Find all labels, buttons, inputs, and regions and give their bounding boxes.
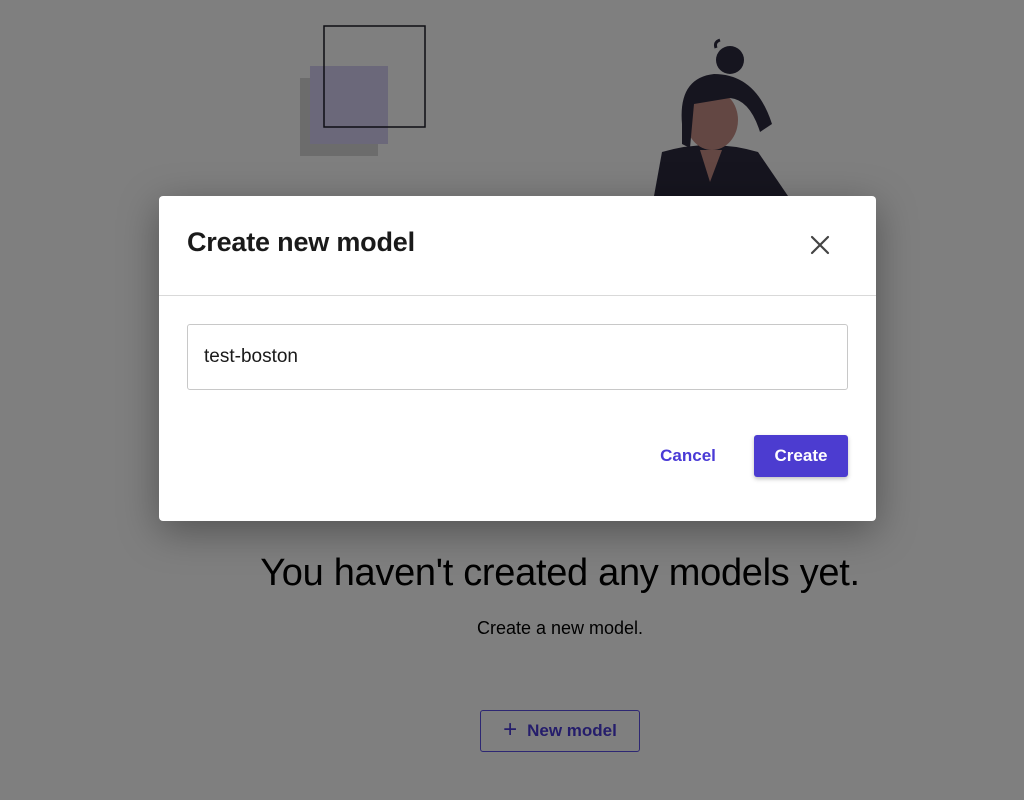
close-button[interactable] [805, 230, 835, 260]
dialog-header: Create new model [159, 196, 876, 296]
model-name-input[interactable] [187, 324, 848, 390]
close-icon [810, 235, 830, 255]
create-model-dialog: Create new model Cancel Create [159, 196, 876, 521]
dialog-title: Create new model [187, 227, 415, 257]
cancel-button[interactable]: Cancel [645, 435, 731, 477]
create-button[interactable]: Create [754, 435, 848, 477]
page: You haven't created any models yet. Crea… [0, 0, 1024, 800]
